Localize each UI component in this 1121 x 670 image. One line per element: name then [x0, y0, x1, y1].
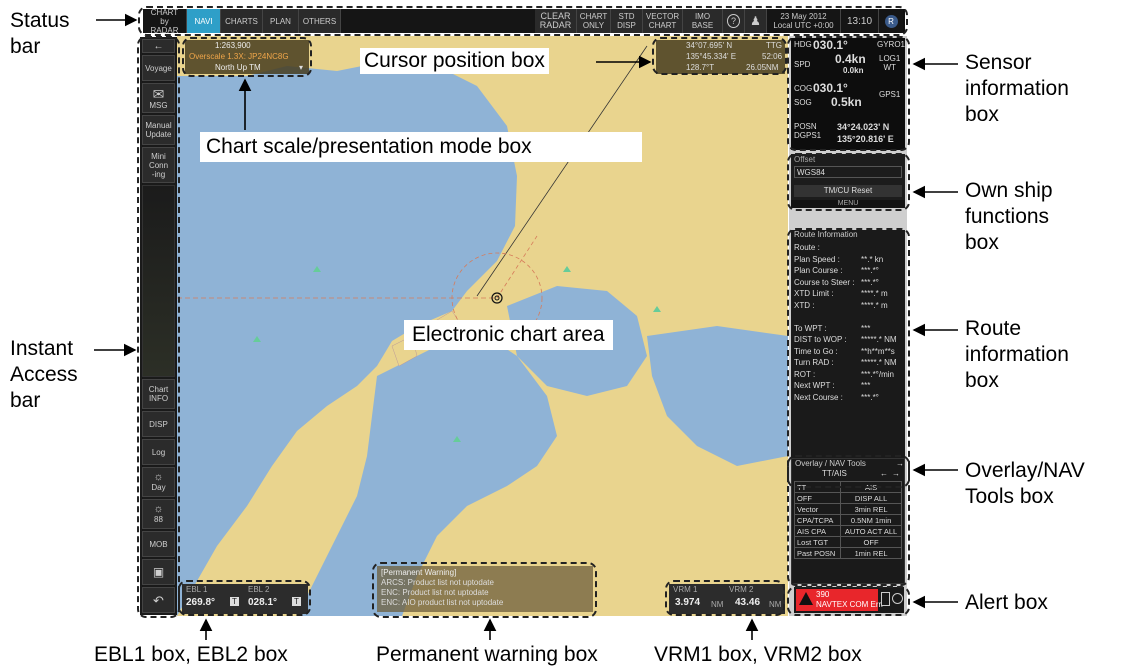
- callout-cursor-position: Cursor position box: [360, 48, 549, 74]
- callout-own-ship: Own ship functions box: [965, 179, 1053, 254]
- callout-ebl: EBL1 box, EBL2 box: [94, 643, 288, 666]
- callout-alert: Alert box: [965, 591, 1048, 614]
- callout-sensor-info: Sensor information box: [965, 51, 1069, 126]
- callout-chart-scale: Chart scale/presentation mode box: [200, 132, 642, 162]
- callout-route-info: Route information box: [965, 317, 1069, 392]
- callout-overlay-nav: Overlay/NAV Tools box: [965, 459, 1085, 508]
- callout-status-bar: Status bar: [10, 9, 70, 58]
- callout-warning: Permanent warning box: [376, 643, 598, 666]
- callout-instant-access: Instant Access bar: [10, 337, 78, 412]
- callout-electronic-chart: Electronic chart area: [404, 320, 613, 350]
- callout-vrm: VRM1 box, VRM2 box: [654, 643, 862, 666]
